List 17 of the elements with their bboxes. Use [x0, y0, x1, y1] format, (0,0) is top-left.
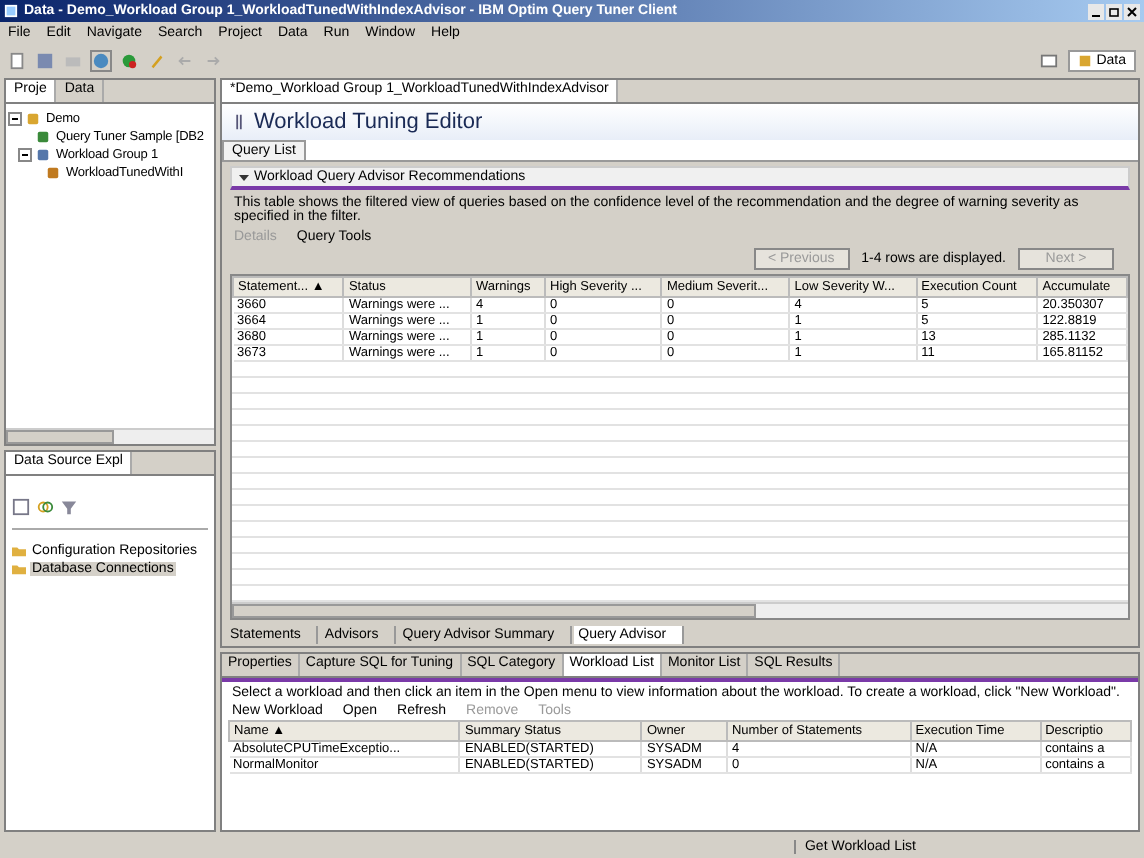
- link-icon[interactable]: [36, 498, 54, 516]
- editor-title: Workload Tuning Editor: [254, 110, 483, 134]
- minimize-icon[interactable]: [1088, 3, 1104, 19]
- collapse-icon[interactable]: [8, 112, 22, 126]
- close-icon[interactable]: [1124, 3, 1140, 19]
- app-icon: [4, 4, 18, 18]
- collapse-all-icon[interactable]: [12, 498, 30, 516]
- horizontal-scrollbar[interactable]: [232, 602, 1128, 618]
- horizontal-scrollbar[interactable]: [6, 428, 214, 444]
- open-perspective-icon[interactable]: [1040, 51, 1059, 69]
- globe-icon[interactable]: [92, 51, 110, 69]
- filter-icon[interactable]: [60, 498, 78, 516]
- collapse-caret-icon: [238, 171, 250, 183]
- restore-icon[interactable]: [1106, 3, 1122, 19]
- collapse-icon[interactable]: [18, 148, 32, 162]
- run-icon[interactable]: [120, 51, 138, 69]
- new-file-icon[interactable]: [8, 51, 26, 69]
